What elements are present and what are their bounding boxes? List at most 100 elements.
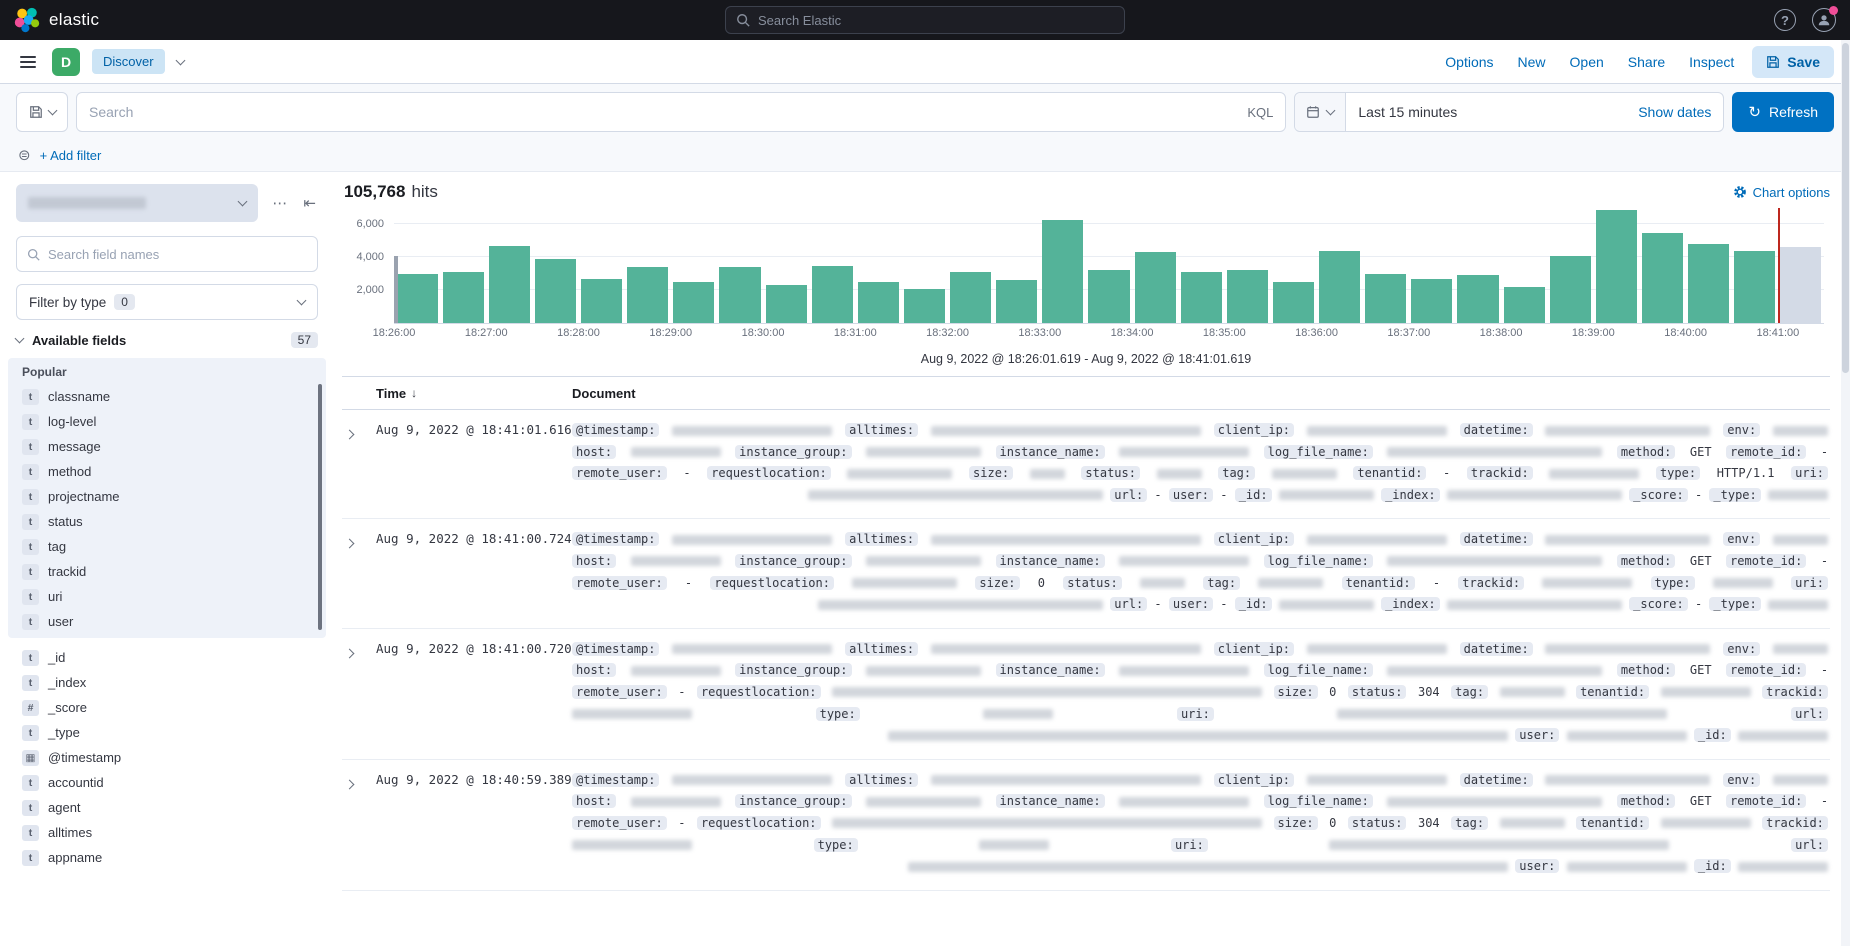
nav-link-options[interactable]: Options: [1445, 54, 1493, 70]
expand-row-button[interactable]: [342, 639, 376, 747]
field-item-alltimes[interactable]: talltimes: [18, 820, 316, 845]
field-options-icon[interactable]: ⋯: [270, 194, 289, 213]
field-item-projectname[interactable]: tprojectname: [18, 484, 316, 509]
redacted-value: [866, 797, 981, 807]
histogram-bar[interactable]: [719, 267, 760, 323]
index-pattern-selector[interactable]: [16, 184, 258, 222]
histogram-bar[interactable]: [581, 279, 622, 323]
filters-icon[interactable]: ⊜: [18, 148, 31, 163]
documents-table-body: Aug 9, 2022 @ 18:41:01.616@timestamp: al…: [342, 410, 1830, 891]
field-item-_id[interactable]: t_id: [18, 645, 316, 670]
nav-link-inspect[interactable]: Inspect: [1689, 54, 1734, 70]
field-item-classname[interactable]: tclassname: [18, 384, 316, 409]
date-picker-quick-menu[interactable]: [1295, 93, 1346, 131]
field-chip: remote_id:: [1726, 554, 1806, 568]
redacted-index-pattern: [28, 197, 146, 209]
histogram-bar[interactable]: [627, 267, 668, 323]
field-item-_score[interactable]: #_score: [18, 695, 316, 720]
redacted-value: [1713, 578, 1773, 588]
field-item-appname[interactable]: tappname: [18, 845, 316, 870]
scrollbar-thumb[interactable]: [1842, 43, 1849, 373]
field-item-status[interactable]: tstatus: [18, 509, 316, 534]
kql-badge[interactable]: KQL: [1239, 105, 1273, 120]
saved-query-button[interactable]: [16, 92, 68, 132]
histogram-bar[interactable]: [1042, 220, 1083, 324]
field-item-uri[interactable]: turi: [18, 584, 316, 609]
field-item-log-level[interactable]: tlog-level: [18, 409, 316, 434]
help-icon[interactable]: ?: [1774, 9, 1796, 31]
chart-options-button[interactable]: Chart options: [1733, 185, 1830, 200]
histogram-bar[interactable]: [1457, 275, 1498, 323]
expand-row-button[interactable]: [342, 529, 376, 615]
nav-link-open[interactable]: Open: [1570, 54, 1604, 70]
histogram-bar[interactable]: [1734, 251, 1775, 323]
histogram-bar[interactable]: [1688, 244, 1729, 323]
page-scrollbar[interactable]: [1841, 40, 1850, 946]
histogram-bar[interactable]: [1135, 252, 1176, 323]
histogram-bar[interactable]: [535, 259, 576, 323]
nav-link-share[interactable]: Share: [1628, 54, 1665, 70]
nav-link-new[interactable]: New: [1518, 54, 1546, 70]
histogram-bar[interactable]: [996, 280, 1037, 323]
histogram-bar[interactable]: [1319, 251, 1360, 323]
search-icon: [736, 13, 750, 27]
menu-button[interactable]: [16, 52, 40, 72]
query-input[interactable]: [89, 104, 1231, 120]
histogram-bar[interactable]: [443, 272, 484, 323]
time-column-header[interactable]: Time ↓: [376, 386, 572, 401]
field-item-@timestamp[interactable]: ▦@timestamp: [18, 745, 316, 770]
histogram-bar[interactable]: [1365, 274, 1406, 323]
expand-row-button[interactable]: [342, 770, 376, 878]
time-range-label[interactable]: Last 15 minutes: [1346, 104, 1457, 120]
histogram-bar[interactable]: [489, 246, 530, 323]
field-chip: client_ip:: [1214, 423, 1294, 437]
save-icon: [1766, 55, 1780, 69]
space-avatar[interactable]: D: [52, 48, 80, 76]
histogram-bar[interactable]: [950, 272, 991, 323]
global-search-input[interactable]: [758, 13, 1114, 28]
field-search-input[interactable]: [48, 247, 307, 262]
histogram-bar[interactable]: [1642, 233, 1683, 323]
field-item-_type[interactable]: t_type: [18, 720, 316, 745]
field-item-message[interactable]: tmessage: [18, 434, 316, 459]
histogram-bar[interactable]: [1088, 270, 1129, 323]
global-search[interactable]: [725, 6, 1125, 34]
histogram-bar[interactable]: [1181, 272, 1222, 323]
histogram-bar[interactable]: [1504, 287, 1545, 323]
histogram-bar[interactable]: [904, 289, 945, 324]
breadcrumb-menu-chevron-icon[interactable]: [175, 55, 185, 65]
field-item-method[interactable]: tmethod: [18, 459, 316, 484]
histogram-bar[interactable]: [1273, 282, 1314, 323]
document-cell: @timestamp: alltimes: client_ip: datetim…: [572, 529, 1830, 615]
filter-by-type[interactable]: Filter by type 0: [16, 284, 318, 320]
field-item-agent[interactable]: tagent: [18, 795, 316, 820]
field-type-icon: t: [22, 439, 39, 455]
field-item-accountid[interactable]: taccountid: [18, 770, 316, 795]
histogram-bar[interactable]: [1596, 210, 1637, 323]
histogram-bar[interactable]: [397, 274, 438, 323]
field-chip: user:: [1515, 728, 1559, 742]
expand-row-button[interactable]: [342, 420, 376, 506]
save-button[interactable]: Save: [1752, 46, 1834, 78]
sidebar-scrollbar[interactable]: [318, 384, 322, 630]
field-item-user[interactable]: tuser: [18, 609, 316, 634]
histogram-bar[interactable]: [766, 285, 807, 323]
add-filter-button[interactable]: + Add filter: [40, 148, 102, 163]
field-chip: alltimes:: [845, 773, 918, 787]
histogram-bar[interactable]: [858, 282, 899, 323]
field-item-_index[interactable]: t_index: [18, 670, 316, 695]
user-avatar[interactable]: [1812, 8, 1836, 32]
histogram-bar[interactable]: [1550, 256, 1591, 323]
show-dates-button[interactable]: Show dates: [1638, 104, 1723, 120]
breadcrumb-discover[interactable]: Discover: [92, 49, 165, 74]
histogram-bar[interactable]: [673, 282, 714, 323]
field-item-trackid[interactable]: ttrackid: [18, 559, 316, 584]
histogram-bar[interactable]: [812, 266, 853, 324]
collapse-sidebar-icon[interactable]: ⇤: [301, 194, 318, 213]
refresh-button[interactable]: ↻ Refresh: [1732, 92, 1834, 132]
histogram-bar[interactable]: [1411, 279, 1452, 323]
histogram-bar-partial[interactable]: [1780, 247, 1821, 323]
histogram-bar[interactable]: [1227, 270, 1268, 323]
field-item-tag[interactable]: ttag: [18, 534, 316, 559]
available-fields-header[interactable]: Available fields 57: [16, 332, 318, 348]
